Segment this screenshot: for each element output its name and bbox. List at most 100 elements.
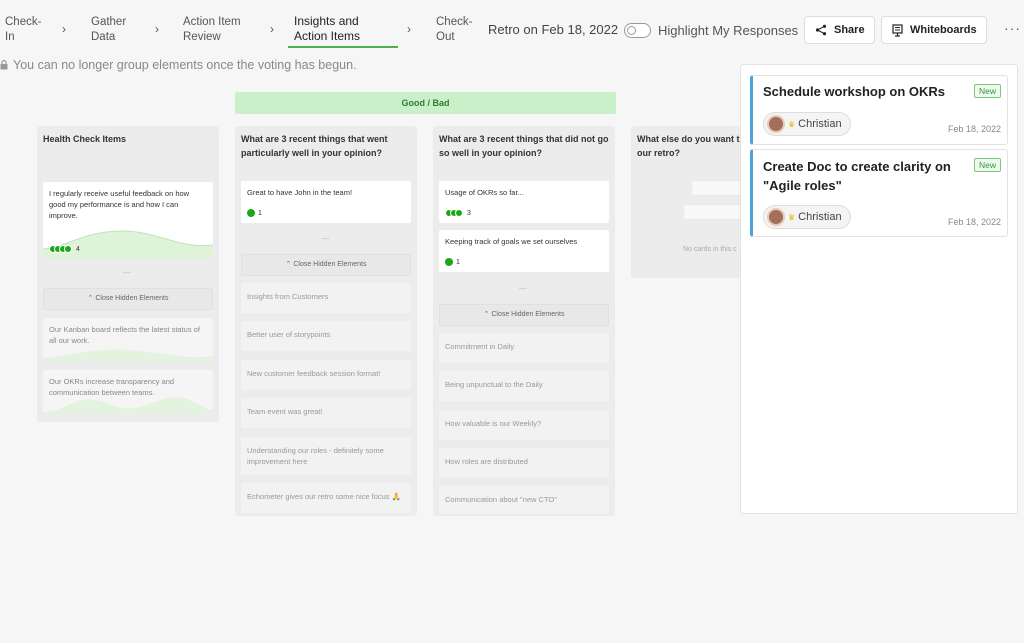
close-hidden-button[interactable]: ⌃ Close Hidden Elements <box>439 304 609 326</box>
step-label-line2: Action Items <box>294 29 361 43</box>
close-hidden-button[interactable]: ⌃ Close Hidden Elements <box>43 288 213 310</box>
hidden-card[interactable]: New customer feedback session format! <box>241 360 411 390</box>
chevron-right-icon: › <box>155 22 159 36</box>
vote-number: 1 <box>258 209 262 217</box>
column-title: What are 3 recent things that went parti… <box>241 134 388 158</box>
column-went-well: What are 3 recent things that went parti… <box>235 126 417 516</box>
column-not-well: What are 3 recent things that did not go… <box>433 126 615 516</box>
vote-number: 4 <box>76 245 80 253</box>
retro-title: Retro on Feb 18, 2022 <box>488 22 619 37</box>
empty-text: No cards in this c <box>683 246 737 253</box>
assignee-chip[interactable]: ♛ Christian <box>763 205 851 229</box>
action-item-card[interactable]: Create Doc to create clarity on "Agile r… <box>750 149 1008 237</box>
whiteboards-label: Whiteboards <box>910 24 977 36</box>
step-label-line2: Out <box>436 31 455 43</box>
step-label-line2: In <box>5 31 15 43</box>
assignee-name: Christian <box>798 211 842 223</box>
new-badge: New <box>973 158 1001 172</box>
column-health-check: Health Check Items I regularly receive u… <box>37 126 219 422</box>
column-anything-else: What else do you want t our retro? No ca… <box>631 126 741 278</box>
hidden-card[interactable]: Team event was great! <box>241 398 411 428</box>
vote-count: 1 <box>247 209 262 217</box>
lock-icon <box>0 60 8 70</box>
card-text: Our OKRs increase transparency and commu… <box>49 377 175 397</box>
card[interactable]: Great to have John in the team! 1 <box>241 181 411 223</box>
highlight-label: Highlight My Responses <box>658 23 799 38</box>
vote-dot-icon <box>445 258 453 266</box>
step-gather-data[interactable]: Gather Data <box>91 15 126 45</box>
chevron-right-icon: › <box>270 22 274 36</box>
hidden-card[interactable]: Commitment in Daily <box>439 333 609 363</box>
step-label-line1: Action Item <box>183 16 241 28</box>
vote-count: 1 <box>445 258 460 266</box>
close-hidden-label: Close Hidden Elements <box>293 261 367 268</box>
hidden-card[interactable]: How roles are distributed <box>439 448 609 478</box>
retro-app: Check- In › Gather Data › Action Item Re… <box>0 0 1024 643</box>
close-hidden-button[interactable]: ⌃ Close Hidden Elements <box>241 254 411 276</box>
chevron-up-icon: ⌃ <box>87 295 94 302</box>
avatar <box>767 115 785 133</box>
share-icon <box>815 24 827 36</box>
action-item-title: Schedule workshop on OKRs <box>763 84 946 99</box>
column-title-line2: our retro? <box>637 148 681 158</box>
hidden-card[interactable]: Being unpunctual to the Daily <box>439 371 609 401</box>
column-title: What else do you want t our retro? <box>631 126 741 170</box>
assignee-name: Christian <box>798 118 842 130</box>
step-insights-action-items[interactable]: Insights and Action Items <box>294 14 360 44</box>
step-action-item-review[interactable]: Action Item Review <box>183 15 241 45</box>
chevron-up-icon: ⌃ <box>285 261 292 268</box>
hidden-card[interactable]: Our Kanban board reflects the latest sta… <box>43 318 213 362</box>
step-label-line1: Insights and <box>294 14 359 28</box>
step-check-in[interactable]: Check- In <box>5 15 41 45</box>
hidden-card[interactable]: How valuable is our Weekly? <box>439 410 609 440</box>
empty-placeholder <box>683 204 741 220</box>
separator: — <box>123 268 131 277</box>
card-text: I regularly receive useful feedback on h… <box>49 189 190 220</box>
vote-number: 3 <box>467 209 471 217</box>
action-item-title-line2: "Agile roles" <box>763 178 842 193</box>
top-bar: Check- In › Gather Data › Action Item Re… <box>0 0 1024 56</box>
separator: — <box>321 234 329 243</box>
step-label-line2: Data <box>91 31 116 43</box>
card-text: Great to have John in the team! <box>247 188 353 197</box>
notice-text: You can no longer group elements once th… <box>13 58 357 72</box>
card[interactable]: Usage of OKRs so far... 3 <box>439 181 609 223</box>
avatar <box>767 208 785 226</box>
card[interactable]: Keeping track of goals we set ourselves … <box>439 230 609 272</box>
hidden-card[interactable]: Echometer gives our retro some nice focu… <box>241 483 411 513</box>
step-check-out[interactable]: Check- Out <box>436 15 472 45</box>
column-title-line1: What else do you want t <box>637 134 740 144</box>
card[interactable]: I regularly receive useful feedback on h… <box>43 182 213 259</box>
vote-dot-icon <box>247 209 255 217</box>
crown-icon: ♛ <box>788 119 796 129</box>
action-item-card[interactable]: Schedule workshop on OKRs New ♛ Christia… <box>750 75 1008 145</box>
highlight-toggle[interactable] <box>624 23 651 38</box>
hidden-card[interactable]: Understanding our roles - definitely som… <box>241 437 411 475</box>
assignee-chip[interactable]: ♛ Christian <box>763 112 851 136</box>
voting-notice: You can no longer group elements once th… <box>0 58 357 72</box>
action-item-title: Create Doc to create clarity on "Agile r… <box>763 157 951 195</box>
card-wave <box>43 230 213 259</box>
toggle-knob <box>627 26 636 35</box>
close-hidden-label: Close Hidden Elements <box>95 295 169 302</box>
card-text: Usage of OKRs so far... <box>445 188 524 197</box>
vote-dots-icon <box>445 209 463 217</box>
chevron-right-icon: › <box>62 22 66 36</box>
hidden-card[interactable]: Communication about "new CTO" <box>439 486 609 514</box>
separator: — <box>519 284 527 293</box>
action-item-date: Feb 18, 2022 <box>947 217 1001 227</box>
card-text: Our Kanban board reflects the latest sta… <box>49 325 200 345</box>
hidden-card[interactable]: Better user of storypoints <box>241 321 411 351</box>
card-text: Keeping track of goals we set ourselves <box>445 237 578 246</box>
hidden-card[interactable]: Insights from Customers <box>241 283 411 313</box>
share-label: Share <box>834 24 865 36</box>
chevron-up-icon: ⌃ <box>483 311 490 318</box>
whiteboards-button[interactable]: Whiteboards <box>881 16 987 44</box>
step-label-line1: Check- <box>436 16 473 28</box>
share-button[interactable]: Share <box>804 16 875 44</box>
step-label-line1: Gather <box>91 16 127 28</box>
more-options-icon[interactable]: ··· <box>1004 20 1021 36</box>
vote-count: 4 <box>49 245 80 253</box>
whiteboard-icon <box>892 23 903 37</box>
hidden-card[interactable]: Our OKRs increase transparency and commu… <box>43 370 213 414</box>
